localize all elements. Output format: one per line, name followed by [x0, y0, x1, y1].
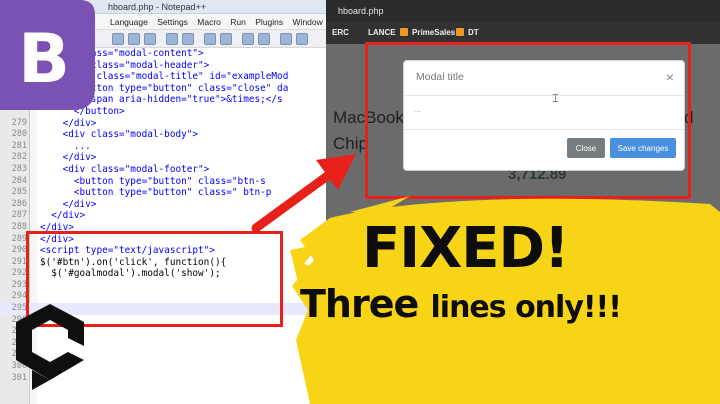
line-number: 289 [11, 233, 27, 244]
menu-macro[interactable]: Macro [197, 17, 221, 27]
code-text: </div> [40, 152, 97, 164]
toolbar-icon[interactable] [204, 33, 216, 45]
code-text: </div> [40, 198, 97, 210]
code-text: <div class="modal-footer"> [40, 163, 210, 175]
code-text: <button type="button" class=" btn-p [40, 187, 272, 199]
line-number: 293 [11, 279, 27, 290]
bookmark-lance[interactable]: LANCE [368, 22, 396, 44]
line-number: 280 [11, 129, 27, 140]
line-number: 282 [11, 152, 27, 163]
subheadline-lines-only: lines only!!! [430, 290, 622, 325]
toolbar-icon[interactable] [166, 33, 178, 45]
bookmarks-bar: ERC LANCE PrimeSales DT [326, 22, 720, 44]
browser-tab[interactable]: hboard.php [326, 0, 720, 22]
toolbar-icon[interactable] [182, 33, 194, 45]
code-text: </div> [40, 210, 86, 222]
menu-window[interactable]: Window [293, 17, 323, 27]
svg-text:B: B [18, 20, 70, 99]
bookmark-primesales[interactable]: PrimeSales [400, 22, 455, 44]
bookmark-icon [400, 28, 408, 36]
page-product-chip: Chip [333, 134, 368, 153]
bookmark-icon [456, 28, 464, 36]
toolbar-icon[interactable] [242, 33, 254, 45]
code-line[interactable]: 286 </div> [0, 199, 328, 211]
code-line[interactable]: 287 </div> [0, 210, 328, 222]
toolbar-icon[interactable] [280, 33, 292, 45]
toolbar-icon[interactable] [296, 33, 308, 45]
code-text: <div class="modal-body"> [40, 129, 199, 141]
code-text: <button type="button" class="btn-s [40, 175, 266, 187]
menu-run[interactable]: Run [230, 17, 246, 27]
highlight-box-modal [365, 42, 691, 199]
line-number: 285 [11, 187, 27, 198]
line-number: 287 [11, 210, 27, 221]
code-line[interactable]: 285 <button type="button" class=" btn-p [0, 187, 328, 199]
toolbar-icon[interactable] [144, 33, 156, 45]
menu-plugins[interactable]: Plugins [255, 17, 283, 27]
bootstrap-logo-icon: B [0, 0, 95, 110]
bookmark-dt[interactable]: DT [456, 22, 479, 44]
headline-fixed: FIXED! [362, 216, 570, 281]
code-line[interactable]: 281 ... [0, 141, 328, 153]
code-text: </div> [40, 117, 97, 129]
line-number: 284 [11, 175, 27, 186]
line-number: 290 [11, 245, 27, 256]
code-line[interactable]: 279 </div> [0, 118, 328, 130]
line-number: 279 [11, 117, 27, 128]
toolbar-icon[interactable] [220, 33, 232, 45]
line-number: 283 [11, 163, 27, 174]
toolbar-icon[interactable] [128, 33, 140, 45]
menu-language[interactable]: Language [110, 17, 148, 27]
code-line[interactable]: 282 </div> [0, 152, 328, 164]
line-number: 281 [11, 140, 27, 151]
subheadline: Three lines only!!! [300, 282, 622, 326]
line-number: 288 [11, 221, 27, 232]
code-text: ... [40, 140, 91, 152]
code-line[interactable]: 280 <div class="modal-body"> [0, 129, 328, 141]
line-number: 286 [11, 198, 27, 209]
bookmark-erc[interactable]: ERC [332, 22, 349, 44]
code-line[interactable]: 284 <button type="button" class="btn-s [0, 176, 328, 188]
menu-settings[interactable]: Settings [157, 17, 188, 27]
toolbar-icon[interactable] [258, 33, 270, 45]
toolbar-icon[interactable] [112, 33, 124, 45]
subheadline-three: Three [300, 282, 419, 326]
channel-logo-icon [16, 304, 84, 390]
code-line[interactable]: 283 <div class="modal-footer"> [0, 164, 328, 176]
line-number: 292 [11, 268, 27, 279]
line-number: 291 [11, 256, 27, 267]
